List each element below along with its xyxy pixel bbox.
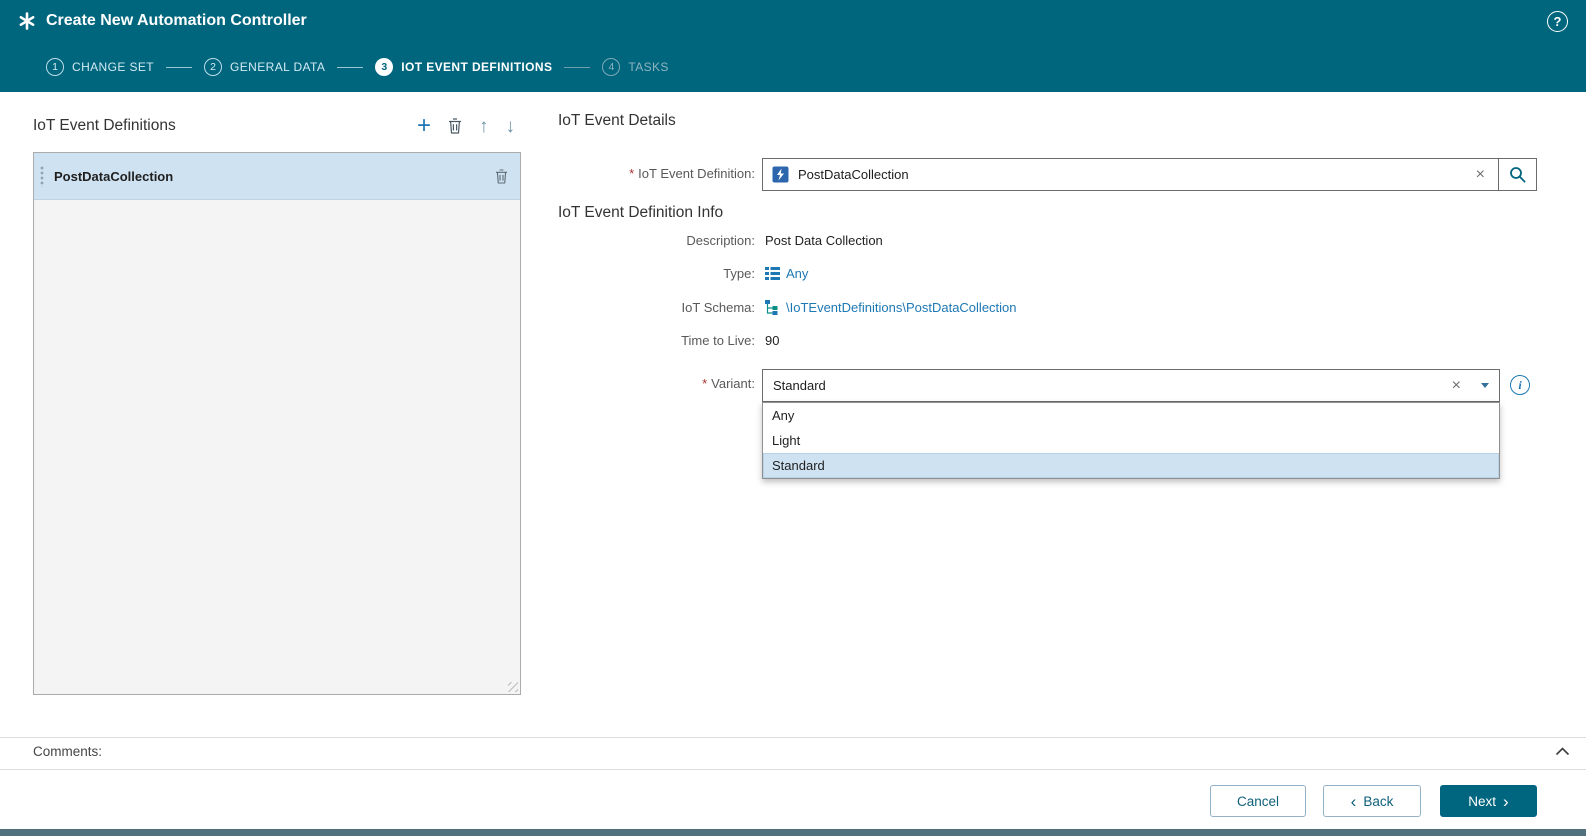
step-general-data[interactable]: 2 GENERAL DATA <box>204 58 325 76</box>
list-toolbar: + ↑ ↓ <box>417 116 515 136</box>
dropdown-toggle[interactable] <box>1471 370 1499 401</box>
chevron-left-icon: ‹ <box>1351 793 1357 810</box>
iot-schema-value: \IoTEventDefinitions\PostDataCollection <box>765 300 1017 315</box>
step-tasks[interactable]: 4 TASKS <box>602 58 668 76</box>
wizard-title: Create New Automation Controller <box>46 12 307 30</box>
variant-dropdown-list: Any Light Standard <box>762 402 1500 479</box>
step-1-label: CHANGE SET <box>72 60 154 74</box>
step-indicator: 1 CHANGE SET 2 GENERAL DATA 3 IOT EVENT … <box>0 42 1586 92</box>
list-item-label: PostDataCollection <box>54 169 173 184</box>
required-marker: * <box>702 376 707 391</box>
step-connector <box>564 67 590 68</box>
comments-bottom-divider <box>0 769 1586 770</box>
window-bottom-edge <box>0 829 1586 836</box>
iot-schema-label: IoT Schema: <box>558 300 755 315</box>
details-section-title: IoT Event Details <box>558 112 676 130</box>
cancel-label: Cancel <box>1237 794 1279 809</box>
next-button[interactable]: Next › <box>1440 785 1537 817</box>
add-icon[interactable]: + <box>417 116 431 136</box>
time-to-live-label: Time to Live: <box>558 333 755 348</box>
clear-icon[interactable]: × <box>1442 377 1471 395</box>
variant-value: Standard <box>773 378 826 393</box>
left-panel-title: IoT Event Definitions <box>33 117 176 135</box>
row-delete-icon[interactable] <box>495 169 508 184</box>
type-list-icon <box>765 267 780 280</box>
move-down-icon[interactable]: ↓ <box>506 117 516 136</box>
back-button[interactable]: ‹ Back <box>1323 785 1421 817</box>
back-label: Back <box>1363 794 1393 809</box>
variant-combobox[interactable]: Standard × <box>762 369 1500 402</box>
list-item[interactable]: PostDataCollection <box>34 153 520 200</box>
type-link[interactable]: Any <box>786 266 808 281</box>
app-asterisk-icon <box>18 12 36 30</box>
step-4-label: TASKS <box>628 60 668 74</box>
help-icon[interactable]: ? <box>1547 11 1568 32</box>
drag-handle-icon[interactable] <box>40 166 45 187</box>
iot-event-object-icon <box>772 166 789 183</box>
chevron-right-icon: › <box>1503 793 1509 810</box>
comments-label: Comments: <box>33 744 102 759</box>
iot-event-definitions-list[interactable]: PostDataCollection <box>33 152 521 695</box>
clear-icon[interactable]: × <box>1463 166 1498 184</box>
variant-label: *Variant: <box>558 376 755 391</box>
time-to-live-value: 90 <box>765 333 779 348</box>
next-label: Next <box>1468 794 1496 809</box>
search-icon <box>1509 166 1526 183</box>
resize-grip-icon[interactable] <box>508 682 518 692</box>
option-light[interactable]: Light <box>763 428 1499 453</box>
search-button[interactable] <box>1498 159 1536 190</box>
option-standard[interactable]: Standard <box>763 453 1499 478</box>
description-value: Post Data Collection <box>765 233 883 248</box>
step-2-number: 2 <box>204 58 222 76</box>
step-1-number: 1 <box>46 58 64 76</box>
step-3-number: 3 <box>375 58 393 76</box>
info-section-title: IoT Event Definition Info <box>558 204 723 222</box>
info-icon[interactable]: i <box>1510 375 1530 395</box>
step-4-number: 4 <box>602 58 620 76</box>
delete-icon[interactable] <box>448 118 462 134</box>
step-2-label: GENERAL DATA <box>230 60 325 74</box>
type-label: Type: <box>558 266 755 281</box>
iot-event-definitions-panel-header: IoT Event Definitions + ↑ ↓ <box>33 112 521 140</box>
description-label: Description: <box>558 233 755 248</box>
iot-schema-link[interactable]: \IoTEventDefinitions\PostDataCollection <box>786 300 1017 315</box>
iot-event-definition-label: *IoT Event Definition: <box>558 166 755 181</box>
comments-top-divider <box>0 737 1586 738</box>
iot-event-definition-value: PostDataCollection <box>798 167 909 182</box>
move-up-icon[interactable]: ↑ <box>479 117 489 136</box>
required-marker: * <box>629 166 634 181</box>
wizard-titlebar: Create New Automation Controller ? <box>0 0 1586 42</box>
option-any[interactable]: Any <box>763 403 1499 428</box>
step-connector <box>337 67 363 68</box>
step-connector <box>166 67 192 68</box>
chevron-up-icon <box>1555 747 1570 756</box>
step-3-label: IOT EVENT DEFINITIONS <box>401 60 552 74</box>
cancel-button[interactable]: Cancel <box>1210 785 1306 817</box>
schema-tree-icon <box>765 300 780 315</box>
collapse-comments-button[interactable] <box>1555 747 1570 756</box>
step-change-set[interactable]: 1 CHANGE SET <box>46 58 154 76</box>
step-iot-event-definitions[interactable]: 3 IOT EVENT DEFINITIONS <box>375 58 552 76</box>
iot-event-definition-input[interactable]: PostDataCollection × <box>762 158 1537 191</box>
chevron-down-icon <box>1481 383 1489 388</box>
type-value: Any <box>765 266 808 281</box>
